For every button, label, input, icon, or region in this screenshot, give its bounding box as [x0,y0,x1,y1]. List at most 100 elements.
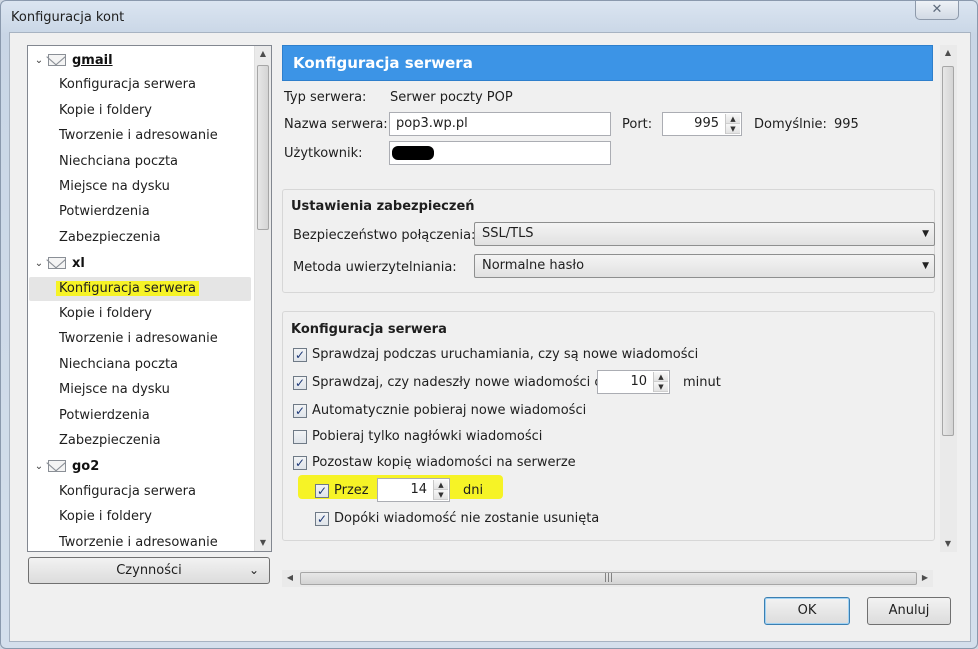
checkbox-checked-icon: ✓ [293,403,307,418]
scroll-down-icon[interactable]: ▼ [255,535,271,551]
headers-only-label: Pobieraj tylko nagłówki wiadomości [312,429,543,444]
tree-item[interactable]: Konfiguracja serwera [29,276,251,301]
server-name-field[interactable]: pop3.wp.pl [389,112,611,136]
scroll-up-icon[interactable]: ▲ [940,45,956,61]
checkbox-checked-icon: ✓ [293,347,307,362]
server-config-title: Konfiguracja serwera [291,322,447,337]
spin-down-icon[interactable]: ▼ [434,490,448,500]
checkbox-checked-icon: ✓ [315,483,329,498]
days-stepper[interactable]: 14 ▲ ▼ [377,478,450,502]
panel-scrollbar[interactable]: ▲ ▼ [940,45,957,552]
tree-item-label: Miejsce na dysku [59,382,170,398]
tree-item[interactable]: Kopie i foldery [59,302,152,326]
tree-item[interactable]: Miejsce na dysku [59,175,170,199]
checkbox-unchecked-icon: ✓ [293,429,307,444]
tree-item-label: Niechciana poczta [59,356,179,372]
window-title: Konfiguracja kont [11,10,125,25]
port-stepper[interactable]: 995 ▲ ▼ [662,112,742,136]
for-days-checkbox[interactable]: ✓ Przez [315,483,369,498]
dialog-window: Konfiguracja kont ✕ ⌄ gmail Konfiguracja s… [0,0,978,649]
server-type-label: Typ serwera: [284,90,367,105]
auth-method-select[interactable]: Normalne hasło ▼ [474,254,935,278]
actions-button[interactable]: Czynności ⌄ [28,557,270,584]
check-interval-stepper[interactable]: 10 ▲ ▼ [597,370,670,394]
actions-label: Czynności [116,563,182,578]
scroll-down-icon[interactable]: ▼ [940,536,956,552]
tree-item[interactable]: Zabezpieczenia [59,226,161,250]
dropdown-arrow-icon: ▼ [922,229,929,239]
headers-only-checkbox[interactable]: ✓ Pobieraj tylko nagłówki wiadomości [293,429,542,444]
spin-down-icon[interactable]: ▼ [726,124,740,134]
chevron-down-icon[interactable]: ⌄ [32,258,46,269]
security-title: Ustawienia zabezpieczeń [291,199,475,214]
scroll-right-icon[interactable]: ▶ [917,570,933,586]
spin-up-icon[interactable]: ▲ [434,480,448,490]
ok-button[interactable]: OK [764,597,850,625]
leave-copy-label: Pozostaw kopię wiadomości na serwerze [312,455,576,470]
tree-item-label: Kopie i foldery [59,306,152,321]
tree-item[interactable]: Kopie i foldery [59,99,152,123]
server-name-label: Nazwa serwera: [284,117,388,132]
close-icon[interactable]: ✕ [915,1,959,20]
redacted-username [392,146,434,160]
until-deleted-label: Dopóki wiadomość nie zostanie usunięta [334,511,600,526]
scroll-thumb[interactable] [942,66,954,436]
default-port-value: 995 [834,117,859,132]
checkbox-checked-icon: ✓ [315,511,329,526]
tree-item-label: Konfiguracja serwera [59,77,196,93]
tree-account-go2[interactable]: ⌄ go2 [28,454,256,478]
check-startup-label: Sprawdzaj podczas uruchamiania, czy są n… [312,347,699,362]
tree-item-label: Kopie i foldery [59,102,152,118]
chevron-down-icon[interactable]: ⌄ [32,55,46,66]
leave-copy-checkbox[interactable]: ✓ Pozostaw kopię wiadomości na serwerze [293,455,576,470]
until-deleted-checkbox[interactable]: ✓ Dopóki wiadomość nie zostanie usunięta [315,511,599,526]
tree-item[interactable]: Tworzenie i adresowanie [59,327,218,351]
tree-item[interactable]: Niechciana poczta [59,353,178,377]
days-value: 14 [410,482,427,497]
hscroll-thumb[interactable]: ||| [300,572,917,585]
envelope-icon [48,460,66,473]
check-startup-checkbox[interactable]: ✓ Sprawdzaj podczas uruchamiania, czy są… [293,347,698,362]
check-every-label: Sprawdzaj, czy nadeszły nowe wiadomości … [312,375,610,390]
auto-download-label: Automatycznie pobieraj nowe wiadomości [312,403,587,418]
scroll-up-icon[interactable]: ▲ [255,46,271,62]
tree-item[interactable]: Tworzenie i adresowanie [59,531,218,551]
tree-item-label: Zabezpieczenia [59,229,161,245]
tree-item-label: Zabezpieczenia [59,433,161,448]
envelope-icon [48,257,66,270]
cancel-button[interactable]: Anuluj [867,597,951,625]
tree-item[interactable]: Miejsce na dysku [59,378,170,402]
tree-item[interactable]: Konfiguracja serwera [59,480,196,504]
server-type-value: Serwer poczty POP [390,90,513,105]
spin-up-icon[interactable]: ▲ [726,114,740,124]
tree-item[interactable]: Potwierdzenia [59,404,150,428]
tree-item[interactable]: Potwierdzenia [59,200,150,224]
check-every-checkbox[interactable]: ✓ Sprawdzaj, czy nadeszły nowe wiadomośc… [293,375,610,390]
scroll-thumb[interactable] [257,65,269,230]
checkbox-checked-icon: ✓ [293,375,307,390]
account-name: go2 [72,458,100,474]
tree-scrollbar[interactable]: ▲ ▼ [254,46,271,551]
tree-item-label: Tworzenie i adresowanie [59,128,218,144]
account-tree[interactable]: ⌄ gmail Konfiguracja serwera Kopie i folder… [27,45,272,552]
auto-download-checkbox[interactable]: ✓ Automatycznie pobieraj nowe wiadomości [293,403,586,418]
spin-up-icon[interactable]: ▲ [654,372,668,382]
tree-item-label: Konfiguracja serwera [56,280,199,296]
account-name: xl [72,255,85,271]
connection-security-select[interactable]: SSL/TLS ▼ [474,222,935,246]
tree-item-label: Tworzenie i adresowanie [59,331,218,347]
chevron-down-icon[interactable]: ⌄ [32,461,46,472]
tree-account-gmail[interactable]: ⌄ gmail [28,48,256,72]
tree-item[interactable]: Zabezpieczenia [59,429,161,453]
auth-method-value: Normalne hasło [482,258,585,273]
tree-item[interactable]: Tworzenie i adresowanie [59,124,218,148]
panel-hscrollbar[interactable]: ◀ ||| ▶ [282,570,933,587]
tree-item[interactable]: Konfiguracja serwera [59,73,196,97]
spin-down-icon[interactable]: ▼ [654,382,668,392]
default-port-label: Domyślnie: [754,117,827,132]
scroll-left-icon[interactable]: ◀ [282,570,298,586]
tree-item[interactable]: Kopie i foldery [59,505,152,529]
account-name: gmail [72,52,113,68]
tree-item[interactable]: Niechciana poczta [59,150,178,174]
tree-account-xl[interactable]: ⌄ xl [28,251,256,275]
